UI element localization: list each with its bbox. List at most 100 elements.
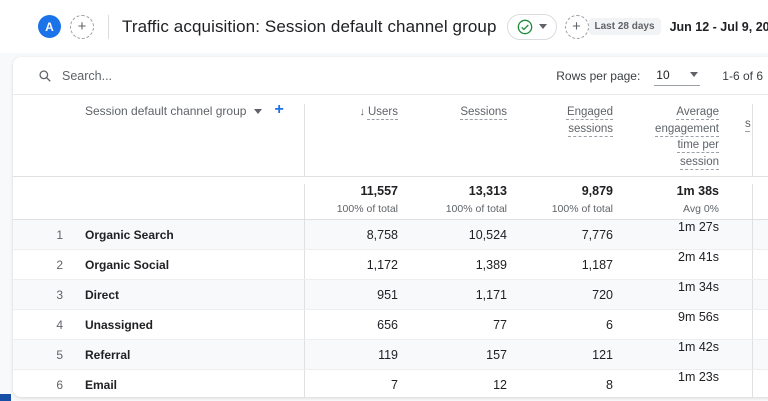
totals-share: Avg 0% [613, 203, 719, 215]
table-body: 1 Organic Search 8,758 10,524 7,776 1m 2… [13, 220, 768, 397]
totals-value: 11,557 [305, 184, 398, 198]
totals-engaged-sessions-cell: 9,879 100% of total [507, 184, 613, 219]
channel-name-cell: Referral [63, 340, 305, 369]
engaged-sessions-value: 121 [507, 348, 613, 362]
segment-avatar[interactable]: A [38, 15, 61, 38]
column-header-engaged-sessions[interactable]: Engaged sessions [507, 104, 613, 176]
date-range-label: Jun 12 - Jul 9, 2023 [670, 20, 768, 34]
table-row: 6 Email 7 12 8 1m 23s [13, 370, 768, 397]
table-row: 4 Unassigned 656 77 6 9m 56s [13, 310, 768, 340]
date-range-picker[interactable]: Jun 12 - Jul 9, 2023 [670, 20, 768, 34]
bottom-left-accent [0, 394, 11, 401]
sessions-value: 1,171 [398, 288, 507, 302]
engaged-sessions-value: 7,776 [507, 228, 613, 242]
rows-per-page-value: 10 [656, 68, 669, 82]
sessions-value: 1,389 [398, 258, 507, 272]
column-header-users[interactable]: ↓Users [305, 104, 398, 176]
totals-row: 11,557 100% of total 13,313 100% of tota… [13, 177, 768, 220]
column-header-avg-engagement-time[interactable]: Average engagement time per session [613, 104, 753, 176]
table-row: 5 Referral 119 157 121 1m 42s [13, 340, 768, 370]
totals-share: 100% of total [398, 203, 507, 215]
channel-name-cell: Organic Social [63, 250, 305, 279]
totals-value: 9,879 [507, 184, 613, 198]
avg-engagement-time-value: 1m 27s [613, 220, 753, 249]
rows-per-page-select[interactable]: 10 [654, 66, 700, 86]
totals-users-cell: 11,557 100% of total [305, 184, 398, 219]
channel-name: Email [85, 378, 117, 392]
avg-engagement-time-value: 1m 23s [613, 370, 753, 397]
channel-name: Organic Social [85, 258, 169, 272]
report-status-pill[interactable] [507, 14, 557, 40]
report-body: Rows per page: 10 1-6 of 6 Session defau… [0, 53, 768, 401]
totals-value: 1m 38s [613, 184, 719, 198]
column-header-label: Engaged sessions [567, 106, 613, 135]
channel-name-cell: Organic Search [63, 220, 305, 249]
engaged-sessions-value: 1,187 [507, 258, 613, 272]
chevron-down-icon[interactable] [254, 109, 262, 114]
sort-descending-icon: ↓ [359, 105, 365, 121]
pagination-controls: Rows per page: 10 1-6 of 6 [556, 66, 763, 86]
row-index: 4 [13, 318, 63, 332]
add-report-button[interactable]: + [565, 15, 589, 39]
ga4-traffic-acquisition-screen: A + Traffic acquisition: Session default… [0, 0, 768, 401]
channel-name: Direct [85, 288, 119, 302]
totals-avg-engagement-cell: 1m 38s Avg 0% [613, 184, 753, 219]
column-header-label: Sessions [460, 106, 507, 118]
sessions-value: 10,524 [398, 228, 507, 242]
date-preset-badge: Last 28 days [589, 18, 661, 35]
add-dimension-button[interactable]: + [274, 104, 283, 116]
search-box [38, 69, 556, 83]
row-index: 1 [13, 228, 63, 242]
table-row: 3 Direct 951 1,171 720 1m 34s [13, 280, 768, 310]
row-index: 6 [13, 378, 63, 392]
table-row: 2 Organic Social 1,172 1,389 1,187 2m 41… [13, 250, 768, 280]
engaged-sessions-value: 720 [507, 288, 613, 302]
channel-name-cell: Email [63, 370, 305, 397]
channel-name: Organic Search [85, 228, 174, 242]
add-comparison-button[interactable]: + [70, 15, 94, 39]
column-header-next-partial[interactable]: s [745, 118, 751, 130]
avg-engagement-time-value: 9m 56s [613, 310, 753, 339]
pagination-status: 1-6 of 6 [722, 69, 763, 83]
chevron-down-icon [690, 72, 698, 77]
search-icon [38, 69, 52, 83]
users-value: 8,758 [305, 228, 398, 242]
row-index: 5 [13, 348, 63, 362]
search-input[interactable] [62, 69, 282, 83]
column-header-label: Users [368, 106, 398, 118]
check-circle-icon [517, 19, 533, 35]
table-row: 1 Organic Search 8,758 10,524 7,776 1m 2… [13, 220, 768, 250]
row-index: 2 [13, 258, 63, 272]
users-value: 1,172 [305, 258, 398, 272]
table-toolbar: Rows per page: 10 1-6 of 6 [13, 57, 768, 95]
dimension-column-header[interactable]: Session default channel group + [13, 104, 305, 176]
column-header-label: s [745, 118, 751, 130]
users-value: 119 [305, 348, 398, 362]
page-title: Traffic acquisition: Session default cha… [122, 17, 497, 37]
dimension-header-label: Session default channel group [85, 104, 246, 118]
column-header-label: Average engagement time per session [655, 106, 719, 168]
totals-share: 100% of total [507, 203, 613, 215]
column-header-sessions[interactable]: Sessions [398, 104, 507, 176]
rows-per-page-label: Rows per page: [556, 69, 640, 83]
sessions-value: 77 [398, 318, 507, 332]
data-table-card: Rows per page: 10 1-6 of 6 Session defau… [13, 57, 768, 397]
engaged-sessions-value: 6 [507, 318, 613, 332]
totals-value: 13,313 [398, 184, 507, 198]
row-index: 3 [13, 288, 63, 302]
date-controls: Last 28 days Jun 12 - Jul 9, 2023 [589, 18, 768, 35]
totals-dimension-cell [13, 184, 305, 219]
users-value: 951 [305, 288, 398, 302]
totals-share: 100% of total [305, 203, 398, 215]
totals-sessions-cell: 13,313 100% of total [398, 184, 507, 219]
channel-name-cell: Direct [63, 280, 305, 309]
sessions-value: 157 [398, 348, 507, 362]
report-header: A + Traffic acquisition: Session default… [0, 0, 768, 53]
channel-name: Referral [85, 348, 130, 362]
users-value: 7 [305, 378, 398, 392]
header-divider [108, 15, 109, 39]
chevron-down-icon [539, 24, 547, 29]
channel-name-cell: Unassigned [63, 310, 305, 339]
avg-engagement-time-value: 2m 41s [613, 250, 753, 279]
table-header-row: Session default channel group + ↓Users S… [13, 95, 768, 177]
